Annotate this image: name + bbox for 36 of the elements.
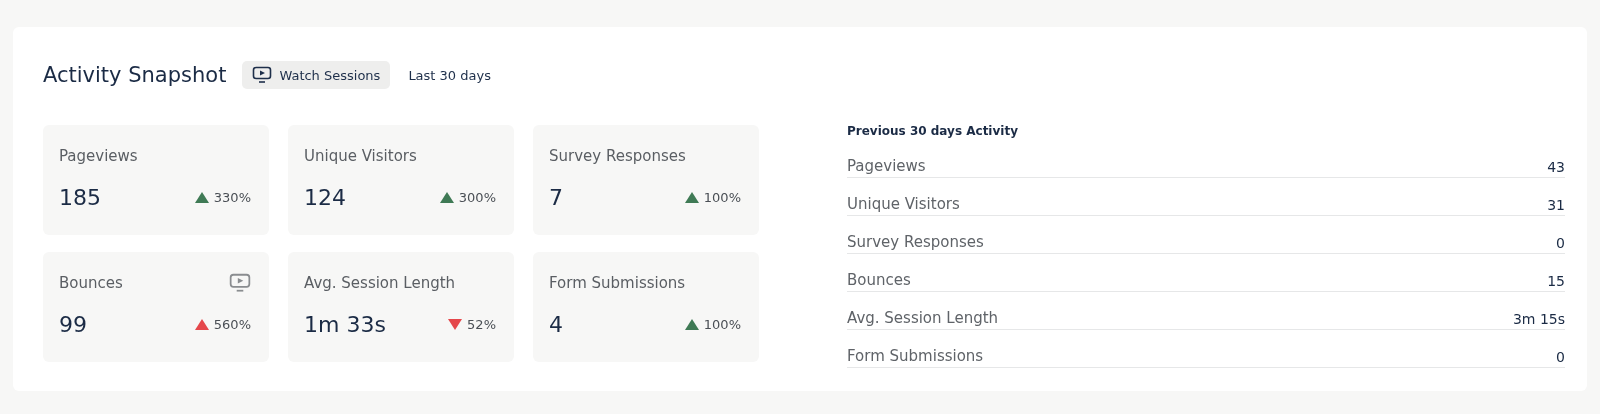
metric-value: 4 [549,312,563,337]
metric-label: Form Submissions [549,274,686,292]
row-label: Avg. Session Length [847,309,999,327]
metric-label: Bounces [59,274,123,292]
change-percent: 100% [703,317,741,332]
row-label: Bounces [847,271,911,289]
metric-label: Pageviews [59,147,138,165]
change-percent: 330% [213,190,251,205]
metric-label: Unique Visitors [304,147,417,165]
row-label: Survey Responses [847,233,984,251]
row-label: Unique Visitors [847,195,960,213]
row-value: 43 [1547,159,1565,175]
watch-sessions-button[interactable]: Watch Sessions [242,61,391,89]
metric-value: 1m 33s [304,312,386,337]
row-value: 3m 15s [1512,311,1565,327]
period-label: Last 30 days [408,67,491,83]
metric-value: 185 [59,185,101,210]
change-percent: 300% [458,190,496,205]
metric-value: 7 [549,185,563,210]
panel-title: Activity Snapshot [43,63,227,87]
change-percent: 52% [467,317,496,332]
previous-title: Previous 30 days Activity [847,124,1019,138]
row-value: 15 [1547,273,1565,289]
row-label: Form Submissions [847,347,984,365]
metric-value: 99 [59,312,87,337]
video-icon [252,66,273,84]
change-percent: 100% [703,190,741,205]
row-value: 0 [1556,235,1565,251]
metric-value: 124 [304,185,346,210]
metric-label: Avg. Session Length [304,274,456,292]
change-percent: 560% [213,317,251,332]
metric-label: Survey Responses [549,147,686,165]
row-value: 0 [1556,349,1565,365]
row-label: Pageviews [847,157,926,175]
video-icon[interactable] [229,273,251,293]
row-value: 31 [1547,197,1565,213]
